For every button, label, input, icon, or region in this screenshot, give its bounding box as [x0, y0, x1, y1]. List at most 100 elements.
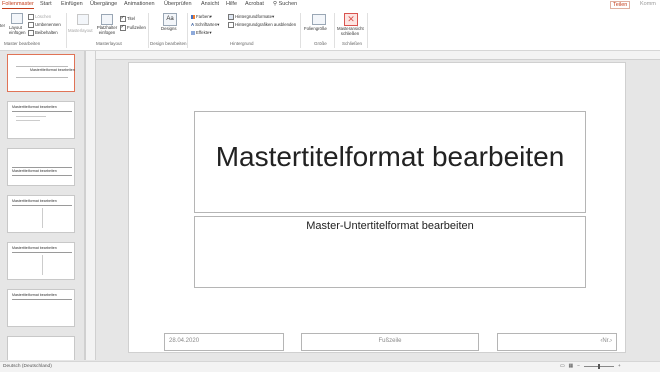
- share-button[interactable]: Teilen: [610, 1, 631, 9]
- slide-thumbnail-pane[interactable]: Mastertitelformat bearbeiten Mastertitel…: [0, 51, 84, 360]
- thumbnail-line: [12, 111, 72, 112]
- tab-animationen[interactable]: Animationen: [124, 1, 155, 7]
- insert-layout-button[interactable]: Layout einfügen: [9, 25, 26, 35]
- group-label-groesse: Größe: [314, 41, 327, 46]
- thumbnail-layout[interactable]: Mastertitelformat bearbeiten: [7, 148, 75, 186]
- fonts-icon: A: [191, 22, 195, 27]
- thumbnail-title: Mastertitelformat bearbeiten: [30, 68, 75, 72]
- thumbnail-layout[interactable]: Mastertitelformat bearbeiten: [7, 101, 75, 139]
- title-placeholder[interactable]: Mastertitelformat bearbeiten: [194, 111, 586, 213]
- rename-button[interactable]: Umbenennen: [28, 22, 61, 28]
- thumbnail-line: [42, 255, 43, 275]
- fonts-label: Schriftarten: [195, 22, 218, 27]
- background-formats-label: Hintergrundformate: [235, 14, 273, 20]
- slide-number: ‹Nr.›: [600, 338, 612, 344]
- slide-size-icon: [312, 14, 326, 25]
- thumbnail-master[interactable]: Mastertitelformat bearbeiten: [7, 54, 75, 92]
- zoom-slider[interactable]: [583, 364, 614, 369]
- designs-icon: Aa: [163, 13, 177, 26]
- group-label-master-bearbeiten: Master bearbeiten: [4, 41, 41, 46]
- language-status[interactable]: Deutsch (Deutschland): [3, 364, 52, 369]
- tab-ansicht[interactable]: Ansicht: [201, 1, 219, 7]
- close-master-icon: ✕: [344, 13, 358, 26]
- vertical-ruler: [86, 51, 96, 360]
- thumbnail-layout[interactable]: Mastertitelformat bearbeiten: [7, 242, 75, 280]
- masterlayout-button[interactable]: Masterlayout: [68, 28, 93, 33]
- fonts-button[interactable]: ASchriftarten▾: [191, 22, 219, 28]
- preserve-icon: [28, 30, 34, 36]
- colors-button[interactable]: Farben▾: [191, 14, 212, 20]
- insert-layout-icon: [11, 13, 23, 24]
- comments-label: Komm: [640, 1, 656, 7]
- thumbnail-layout[interactable]: Mastertitelformat bearbeiten: [7, 289, 75, 327]
- colors-label: Farben: [196, 14, 210, 19]
- tab-einfuegen[interactable]: Einfügen: [61, 1, 83, 7]
- footer-checkbox[interactable]: Fußzeilen: [120, 24, 146, 31]
- normal-view-icon[interactable]: ▭: [560, 364, 565, 369]
- ribbon-tabs: Folienmaster Start Einfügen Übergänge An…: [0, 0, 660, 11]
- hide-background-label: Hintergrundgrafiken ausblenden: [235, 22, 297, 28]
- delete-label: Löschen: [35, 14, 52, 20]
- zoom-in-icon[interactable]: +: [618, 364, 621, 369]
- insert-master-button[interactable]: ter: [0, 23, 5, 28]
- zoom-out-icon[interactable]: −: [577, 364, 580, 369]
- tab-uebergaenge[interactable]: Übergänge: [90, 1, 117, 7]
- tab-acrobat[interactable]: Acrobat: [245, 1, 264, 7]
- thumbnail-layout[interactable]: [7, 336, 75, 360]
- thumbnail-title: Mastertitelformat bearbeiten: [12, 199, 57, 203]
- slide-footer: Fußzeile: [378, 338, 402, 344]
- thumbnail-line: [12, 175, 72, 176]
- search-icon: ⚲: [273, 1, 278, 7]
- checkbox-checked-icon: [120, 15, 126, 22]
- background-formats-icon: [228, 14, 234, 20]
- hide-background-checkbox[interactable]: Hintergrundgrafiken ausblenden: [228, 22, 296, 28]
- effects-button[interactable]: Effekte▾: [191, 30, 211, 36]
- checkbox-unchecked-icon: [228, 22, 234, 28]
- preserve-button[interactable]: Beibehalten: [28, 30, 58, 36]
- thumbnail-line: [42, 208, 43, 228]
- ribbon-separator: [334, 13, 335, 48]
- zoom-controls[interactable]: ▭ ▦ − +: [560, 363, 640, 370]
- effects-icon: [191, 30, 195, 35]
- subtitle-placeholder[interactable]: Master-Untertitelformat bearbeiten: [194, 216, 586, 288]
- thumbnail-title: Mastertitelformat bearbeiten: [12, 105, 57, 109]
- comments-button[interactable]: Komm: [640, 1, 656, 7]
- tab-ueberpruefen[interactable]: Überprüfen: [164, 1, 192, 7]
- preserve-label: Beibehalten: [35, 30, 58, 36]
- search-box[interactable]: ⚲ Suchen: [273, 1, 297, 7]
- thumbnail-line: [16, 66, 68, 67]
- thumbnail-line: [16, 120, 40, 121]
- ribbon-separator: [148, 13, 149, 48]
- thumbnail-line: [16, 116, 46, 117]
- title-checkbox[interactable]: Titel: [120, 15, 135, 22]
- rename-label: Umbenennen: [35, 22, 61, 28]
- slide-canvas[interactable]: Mastertitelformat bearbeiten Master-Unte…: [129, 63, 625, 352]
- tab-hilfe[interactable]: Hilfe: [226, 1, 237, 7]
- thumbnail-line: [12, 205, 72, 206]
- delete-button[interactable]: Löschen: [28, 14, 51, 20]
- designs-button[interactable]: Designs: [161, 26, 177, 31]
- slide-number-placeholder[interactable]: ‹Nr.›: [497, 333, 617, 351]
- zoom-slider-thumb[interactable]: [597, 364, 600, 369]
- group-label-design: Design bearbeiten: [150, 41, 187, 46]
- thumbnail-layout[interactable]: Mastertitelformat bearbeiten: [7, 195, 75, 233]
- horizontal-ruler: [96, 51, 660, 60]
- ribbon-separator: [66, 13, 67, 48]
- thumbnail-line: [16, 77, 68, 78]
- close-master-view-button[interactable]: Masteransicht schließen: [337, 26, 364, 36]
- tab-folienmaster[interactable]: Folienmaster: [2, 1, 34, 9]
- placeholder-button[interactable]: Platzhalter einfügen: [96, 25, 118, 35]
- slide-sorter-icon[interactable]: ▦: [569, 364, 574, 369]
- thumbnail-line: [12, 299, 72, 300]
- delete-icon: [28, 14, 34, 20]
- slide-size-button[interactable]: Foliengröße: [304, 26, 327, 31]
- thumbnail-title: Mastertitelformat bearbeiten: [12, 293, 57, 297]
- ribbon: ter Layout einfügen Löschen Umbenennen B…: [0, 11, 660, 51]
- date-placeholder[interactable]: 28.04.2020: [164, 333, 284, 351]
- footer-placeholder[interactable]: Fußzeile: [301, 333, 479, 351]
- slide-title: Mastertitelformat bearbeiten: [215, 141, 565, 172]
- thumbnail-title: Mastertitelformat bearbeiten: [12, 246, 57, 250]
- group-label-masterlayout: Masterlayout: [96, 41, 122, 46]
- background-formats-button[interactable]: Hintergrundformate▾: [228, 14, 274, 20]
- tab-start[interactable]: Start: [40, 1, 52, 7]
